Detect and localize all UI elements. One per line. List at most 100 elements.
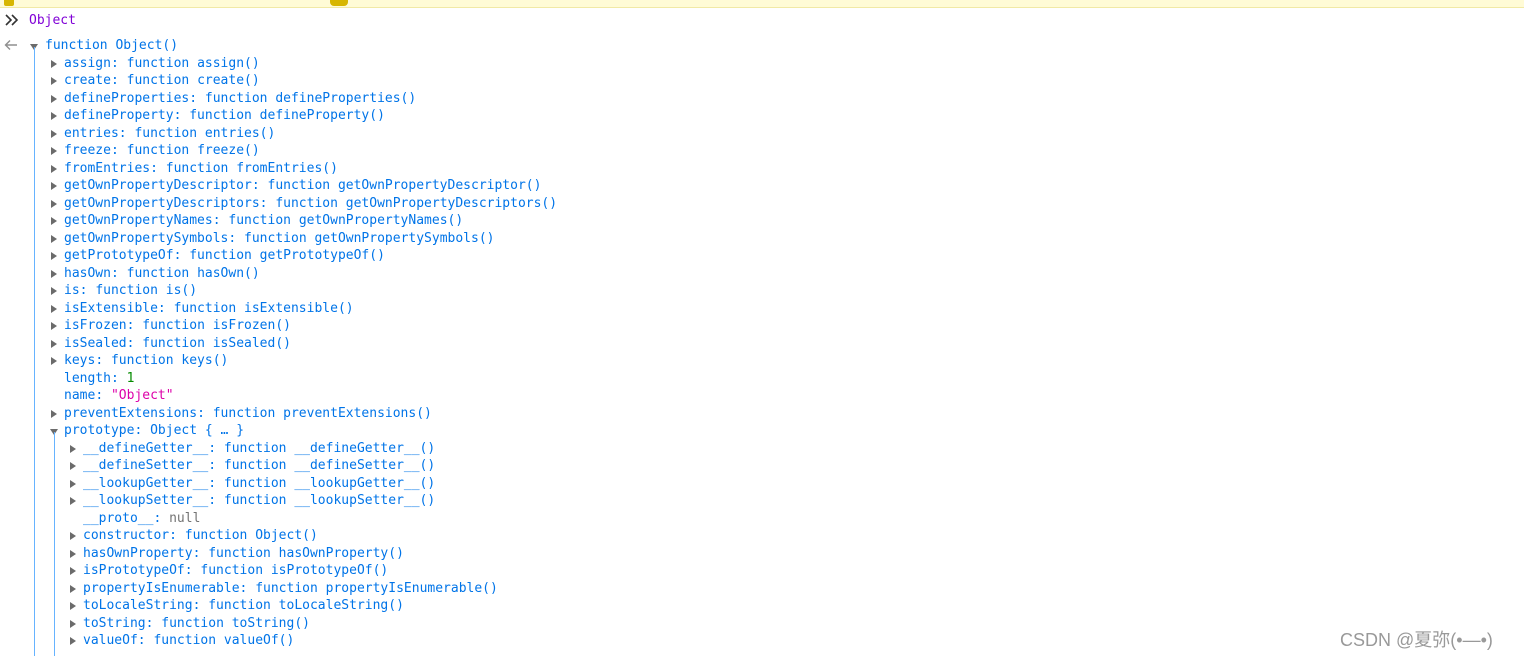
property-key: prototype [64,423,135,438]
property-key: is [64,283,80,298]
prototype-entry-text: __lookupSetter__: function __lookupSette… [83,493,436,508]
property-value: function getPrototypeOf() [189,248,385,263]
triangle-right-icon[interactable] [51,339,57,348]
property-key: length [64,370,111,386]
triangle-right-icon[interactable] [51,234,57,243]
property-value: "Object" [110,388,174,403]
chevron-double-right-icon [5,14,19,26]
triangle-right-icon[interactable] [51,147,57,155]
property-value: function is() [95,283,198,298]
triangle-right-icon[interactable] [51,199,57,208]
triangle-right-icon[interactable] [51,409,57,418]
triangle-right-icon[interactable] [70,497,76,505]
static-entry-text: getOwnPropertyDescriptor: function getOw… [64,178,542,193]
warning-icon [4,0,14,6]
triangle-right-icon[interactable] [51,304,57,313]
triangle-right-icon[interactable] [51,164,57,173]
triangle-right-icon[interactable] [70,567,76,575]
property-key: propertyIsEnumerable [83,580,240,596]
property-key: fromEntries [64,160,151,176]
static-entry-text: fromEntries: function fromEntries() [64,160,338,176]
property-value: function isPrototypeOf() [200,563,389,578]
triangle-right-icon[interactable] [70,462,76,470]
property-key: __defineGetter__ [83,440,209,456]
property-key: getOwnPropertyDescriptors [64,195,260,211]
property-value: function __defineGetter__() [223,440,436,456]
property-value: function Object() [184,528,318,543]
property-value: Object { … } [150,423,245,438]
property-key: __proto__ [83,510,154,526]
property-value: function propertyIsEnumerable() [255,580,498,596]
triangle-right-icon[interactable] [70,479,76,488]
static-entry-text: defineProperty: function defineProperty(… [64,108,385,123]
property-key: defineProperties [64,90,190,106]
property-key: toString [83,615,146,631]
triangle-right-icon[interactable] [70,602,76,610]
property-value: function getOwnPropertyNames() [228,213,464,228]
property-value: function assign() [126,55,260,71]
property-key: isPrototypeOf [83,563,185,578]
prototype-entry-text: hasOwnProperty: function hasOwnProperty(… [83,545,404,561]
triangle-right-icon[interactable] [70,444,76,453]
property-key: getOwnPropertySymbols [64,230,229,246]
static-entry-text: isExtensible: function isExtensible() [64,300,354,316]
property-key: valueOf [83,633,138,648]
console-input-text: Object [29,13,76,28]
static-entry-text: preventExtensions: function preventExten… [64,405,432,421]
static-entry-text: getOwnPropertyNames: function getOwnProp… [64,213,464,228]
property-key: constructor [83,528,170,543]
triangle-right-icon[interactable] [51,217,57,225]
property-key: name [64,388,96,403]
property-value: function isFrozen() [142,318,291,333]
property-value: function valueOf() [153,633,295,648]
property-key: toLocaleString [83,598,193,613]
triangle-right-icon[interactable] [51,287,57,295]
property-value: function hasOwn() [126,265,260,281]
property-key: getOwnPropertyNames [64,213,213,228]
tree-root-label: function Object() [45,38,179,53]
triangle-right-icon[interactable] [51,182,57,190]
prototype-entry-text: __defineGetter__: function __defineGette… [83,440,436,456]
triangle-right-icon[interactable] [70,532,76,540]
property-key: isFrozen [64,318,127,333]
triangle-right-icon[interactable] [51,252,57,260]
prototype-entry-text: isPrototypeOf: function isPrototypeOf() [83,563,389,578]
triangle-right-icon[interactable] [51,94,57,103]
property-key: defineProperty [64,108,174,123]
static-entry-text: getOwnPropertyDescriptors: function getO… [64,195,558,211]
triangle-right-icon[interactable] [70,549,76,558]
property-value: function __defineSetter__() [223,458,436,473]
property-value: function entries() [134,125,276,141]
static-entry-text: name: "Object" [64,388,174,403]
triangle-right-icon[interactable] [51,77,57,85]
property-value: function create() [126,73,260,88]
static-entry-text: is: function is() [64,283,198,298]
triangle-right-icon[interactable] [70,637,76,645]
property-key: __lookupGetter__ [83,475,209,491]
triangle-right-icon[interactable] [70,584,76,593]
property-key: __defineSetter__ [83,458,209,473]
property-value: function toLocaleString() [208,598,404,613]
triangle-right-icon[interactable] [51,269,57,278]
triangle-right-icon[interactable] [51,357,57,365]
triangle-right-icon[interactable] [51,59,57,68]
arrow-left-icon [4,40,17,50]
property-value: function getOwnPropertyDescriptors() [275,195,558,211]
static-entry-text: isSealed: function isSealed() [64,335,291,351]
property-key: isSealed [64,335,127,351]
property-value: function fromEntries() [165,160,338,176]
static-entry-text: keys: function keys() [64,353,229,368]
triangle-right-icon[interactable] [51,112,57,120]
triangle-right-icon[interactable] [51,322,57,330]
property-value: function defineProperties() [204,90,417,106]
property-key: keys [64,353,96,368]
warning-count-badge[interactable] [330,0,348,6]
property-key: entries [64,125,119,141]
property-value: function isExtensible() [173,300,354,316]
property-value: function __lookupGetter__() [223,475,436,491]
property-value: function keys() [110,353,229,368]
property-value: function defineProperty() [189,108,385,123]
property-key: freeze [64,143,111,158]
triangle-right-icon[interactable] [51,129,57,138]
triangle-right-icon[interactable] [70,619,76,628]
